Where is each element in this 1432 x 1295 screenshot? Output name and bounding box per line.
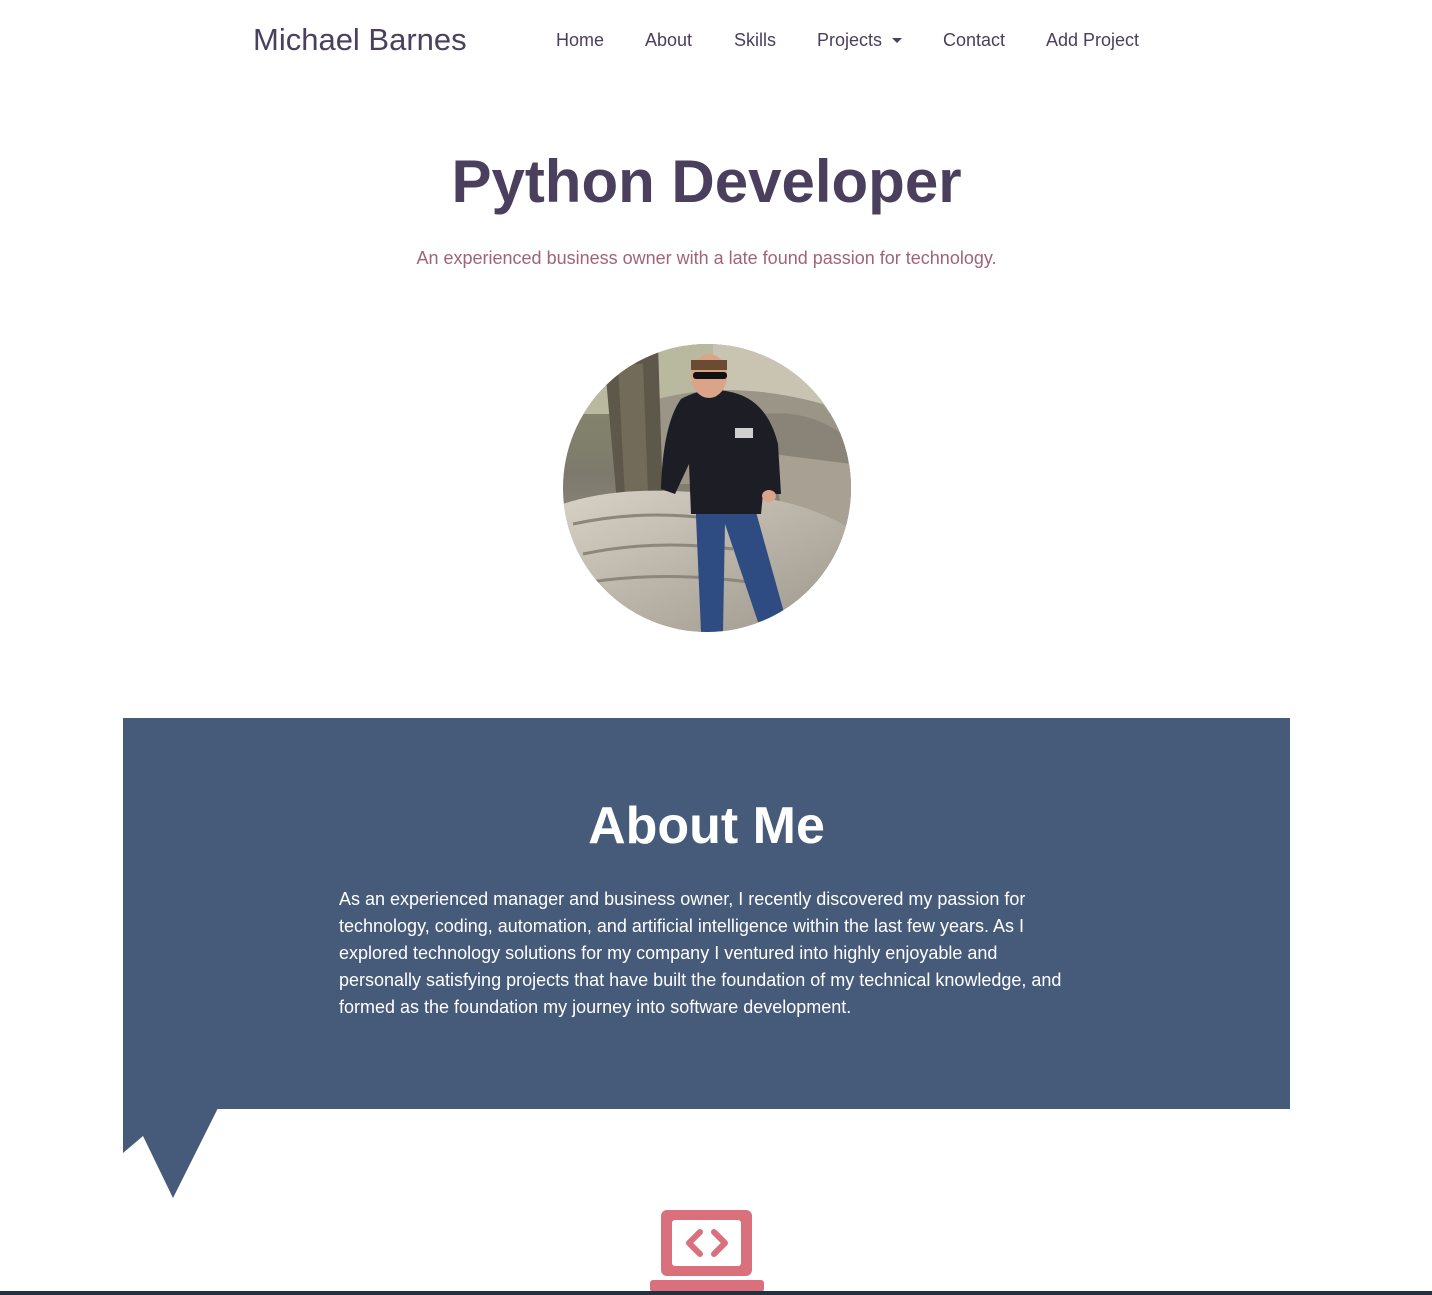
navbar: Michael Barnes Home About Skills Project… — [0, 0, 1432, 80]
laptop-code-icon — [650, 1210, 764, 1292]
page: Michael Barnes Home About Skills Project… — [0, 0, 1432, 1295]
nav-projects-label: Projects — [817, 30, 883, 50]
speech-bubble-tail — [123, 1108, 218, 1198]
nav-add-project-link[interactable]: Add Project — [1046, 29, 1139, 51]
nav-about-link[interactable]: About — [645, 29, 692, 51]
caret-down-icon — [892, 38, 903, 43]
hero-title: Python Developer — [451, 148, 962, 215]
about-title: About Me — [588, 797, 825, 855]
nav-skills-link[interactable]: Skills — [734, 29, 776, 51]
nav-contact-link[interactable]: Contact — [943, 29, 1005, 51]
about-section: About Me As an experienced manager and b… — [123, 718, 1290, 1109]
hero-subtitle: An experienced business owner with a lat… — [416, 248, 997, 268]
profile-photo — [563, 344, 851, 632]
nav-projects-dropdown[interactable]: Projects — [817, 29, 903, 51]
bottom-border — [0, 1291, 1432, 1295]
about-text: As an experienced manager and business o… — [339, 889, 1062, 1017]
nav-home-link[interactable]: Home — [556, 29, 604, 51]
brand-link[interactable]: Michael Barnes — [253, 20, 467, 60]
